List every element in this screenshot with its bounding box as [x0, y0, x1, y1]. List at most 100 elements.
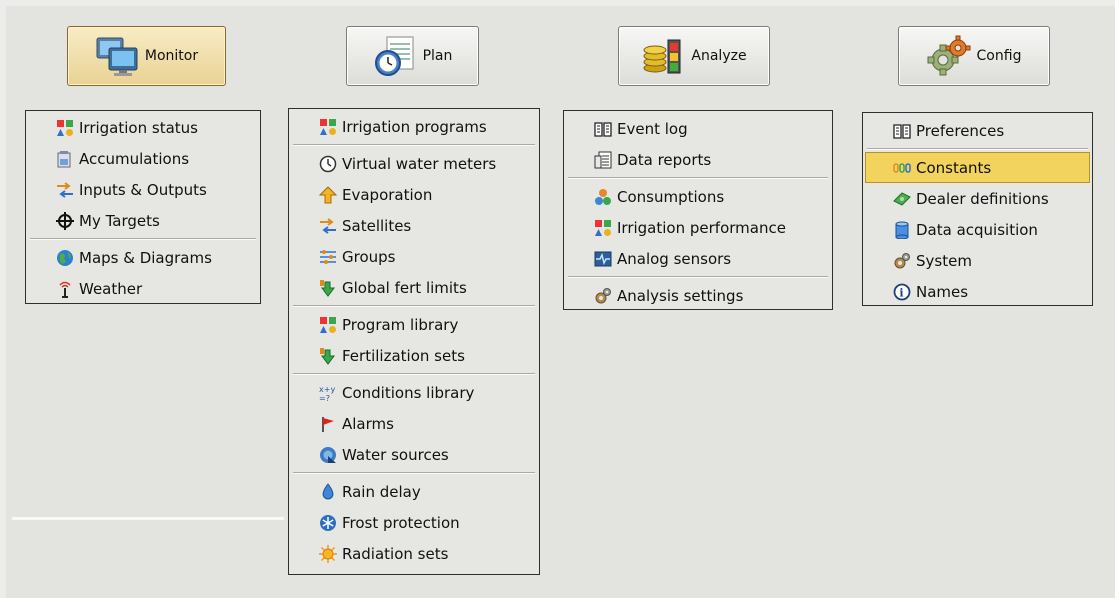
antenna-icon [59, 281, 71, 298]
menu-item-label: Data acquisition [916, 220, 1038, 239]
menu-item-consumptions[interactable]: Consumptions [564, 181, 832, 212]
menu-item-label: Evaporation [342, 185, 433, 204]
menu-item-maps-diagrams[interactable]: Maps & Diagrams [26, 242, 260, 273]
menu-item-irrigation-performance[interactable]: Irrigation performance [564, 212, 832, 243]
menu-item-water-sources[interactable]: Water sources [289, 439, 539, 470]
tab-config[interactable]: Config [898, 26, 1050, 86]
tab-label: Monitor [144, 48, 199, 64]
menu-item-irrigation-status[interactable]: Irrigation status [26, 112, 260, 143]
tab-label: Analyze [691, 48, 747, 64]
menu-item-label: Inputs & Outputs [79, 180, 207, 199]
menu-item-weather[interactable]: Weather [26, 273, 260, 304]
menu-separator [293, 305, 535, 307]
menu-item-label: Irrigation status [79, 118, 198, 137]
menu-item-preferences[interactable]: Preferences [863, 115, 1092, 146]
menu-item-fertilization-sets[interactable]: Fertilization sets [289, 340, 539, 371]
water-drop-icon [322, 482, 334, 499]
menu-item-label: Analog sensors [617, 249, 732, 268]
menu-item-inputs-outputs[interactable]: Inputs & Outputs [26, 174, 260, 205]
fertilizer-sets-icon [320, 347, 335, 365]
menu-item-data-reports[interactable]: Data reports [564, 144, 832, 175]
menu-item-frost-protection[interactable]: Frost protection [289, 507, 539, 538]
menu-item-label: Analysis settings [617, 286, 744, 305]
menu-item-satellites[interactable]: Satellites [289, 210, 539, 241]
tab-label: Plan [422, 48, 453, 64]
fertilizer-icon [320, 279, 335, 297]
menu-item-label: My Targets [79, 211, 160, 230]
sensor-icon [594, 251, 612, 266]
menu-item-label: Names [916, 282, 969, 301]
menu-item-program-library[interactable]: Program library [289, 309, 539, 340]
config-menu: Preferences Constants Dealer definitions… [862, 112, 1093, 306]
menu-item-label: Rain delay [342, 482, 421, 501]
menu-item-irrigation-programs[interactable]: Irrigation programs [289, 111, 539, 142]
water-source-icon [320, 446, 336, 463]
menu-item-label: Fertilization sets [342, 346, 465, 365]
dealer-icon [893, 191, 911, 206]
menu-item-conditions-library[interactable]: x+y =? Conditions library [289, 377, 539, 408]
irrigation-programs-icon [320, 118, 336, 135]
menu-item-groups[interactable]: Groups [289, 241, 539, 272]
plan-icon [374, 36, 414, 76]
menu-item-system[interactable]: System [863, 245, 1092, 276]
menu-item-accumulations[interactable]: Accumulations [26, 143, 260, 174]
menu-item-my-targets[interactable]: My Targets [26, 205, 260, 236]
menu-separator [867, 148, 1088, 150]
menu-separator [568, 177, 828, 179]
config-icon [927, 35, 971, 76]
menu-item-constants[interactable]: Constants [865, 152, 1090, 183]
svg-text:x+y: x+y [319, 385, 335, 394]
accumulations-icon [57, 150, 71, 167]
menu-item-label: Irrigation programs [342, 117, 487, 136]
analyze-menu: Event log Data reports Consumptions Irri… [563, 110, 833, 310]
tab-monitor[interactable]: Monitor [67, 26, 226, 86]
database-icon [895, 221, 909, 239]
constants-icon [893, 162, 911, 173]
svg-text:i: i [899, 286, 903, 299]
menu-item-label: Virtual water meters [342, 154, 497, 173]
menu-item-global-fert-limits[interactable]: Global fert limits [289, 272, 539, 303]
gears-icon [595, 287, 611, 303]
consumptions-icon [595, 188, 611, 205]
globe-icon [57, 249, 73, 266]
menu-item-data-acquisition[interactable]: Data acquisition [863, 214, 1092, 245]
menu-separator [293, 472, 535, 474]
menu-item-analysis-settings[interactable]: Analysis settings [564, 280, 832, 311]
program-library-icon [320, 316, 336, 333]
menu-item-label: Groups [342, 247, 396, 266]
performance-icon [595, 219, 611, 236]
menu-item-label: Maps & Diagrams [79, 248, 212, 267]
report-icon [594, 151, 612, 168]
menu-item-radiation-sets[interactable]: Radiation sets [289, 538, 539, 569]
target-icon [56, 211, 74, 230]
menu-item-label: Preferences [916, 121, 1005, 140]
book-icon [594, 121, 612, 137]
menu-item-rain-delay[interactable]: Rain delay [289, 476, 539, 507]
tab-plan[interactable]: Plan [346, 26, 479, 86]
menu-item-evaporation[interactable]: Evaporation [289, 179, 539, 210]
menu-item-alarms[interactable]: Alarms [289, 408, 539, 439]
menu-item-label: Accumulations [79, 149, 190, 168]
flag-icon [322, 416, 334, 432]
tab-label: Config [976, 48, 1022, 64]
menu-item-virtual-water-meters[interactable]: Virtual water meters [289, 148, 539, 179]
menu-item-event-log[interactable]: Event log [564, 113, 832, 144]
svg-text:=?: =? [319, 394, 330, 402]
menu-item-label: Data reports [617, 150, 712, 169]
satellites-icon [320, 217, 336, 234]
menu-item-label: Weather [79, 279, 143, 298]
menu-item-names[interactable]: i Names [863, 276, 1092, 307]
menu-item-dealer-definitions[interactable]: Dealer definitions [863, 183, 1092, 214]
book-icon [893, 123, 911, 139]
menu-item-analog-sensors[interactable]: Analog sensors [564, 243, 832, 274]
irrigation-status-icon [57, 119, 73, 136]
menu-separator [293, 144, 535, 146]
menu-separator [30, 238, 256, 240]
monitor-menu: Irrigation status Accumulations Inputs &… [25, 110, 261, 304]
menu-item-label: Irrigation performance [617, 218, 786, 237]
analyze-icon [643, 39, 681, 74]
snowflake-icon [320, 514, 336, 531]
tab-analyze[interactable]: Analyze [618, 26, 770, 86]
formula-icon: x+y =? [319, 385, 335, 402]
inputs-outputs-icon [57, 181, 73, 198]
